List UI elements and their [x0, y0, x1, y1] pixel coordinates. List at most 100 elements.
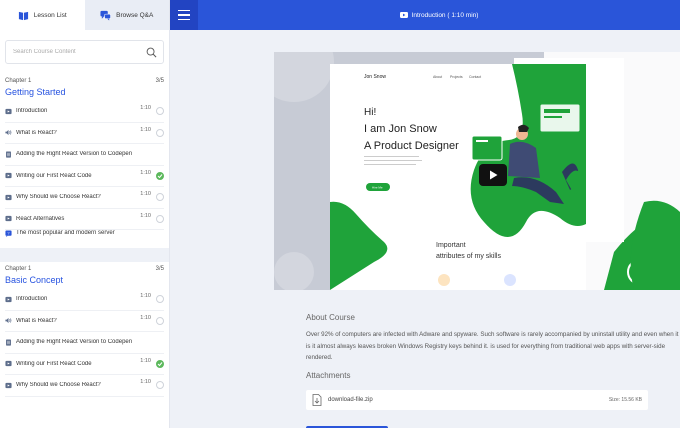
- lesson-duration: 1:10: [140, 212, 151, 219]
- video-icon: [5, 296, 12, 302]
- check-icon: [157, 173, 163, 178]
- tab-lesson-list-label: Lesson List: [33, 11, 67, 19]
- lesson-name: Writing our First React Code: [16, 172, 92, 179]
- chapter-basic-concept: Chapter 1 3/5 Basic Concept Introduction…: [0, 262, 169, 397]
- video-player[interactable]: Jon Snow About Projects Contact Hi! I am…: [274, 52, 680, 290]
- play-icon: [490, 170, 498, 180]
- lesson-item[interactable]: What is React? 1:10: [5, 311, 164, 332]
- chapter-divider: [0, 248, 169, 262]
- document-icon: [6, 151, 11, 158]
- lesson-checkbox[interactable]: [156, 295, 164, 304]
- lesson-item[interactable]: Why Should we Choose React? 1:10: [5, 187, 164, 209]
- menu-button[interactable]: [170, 0, 198, 30]
- lesson-name: Introduction: [16, 108, 48, 115]
- video-icon: [5, 361, 12, 367]
- lesson-item[interactable]: React Alternatives 1:10: [5, 209, 164, 230]
- thumb-line2: A Product Designer: [364, 140, 459, 152]
- lesson-checkbox-done[interactable]: [156, 359, 164, 368]
- top-header: Introduction ( 1:10 min): [170, 0, 680, 30]
- lesson-item[interactable]: What is React? 1:10: [5, 123, 164, 144]
- video-thumbnail: Jon Snow About Projects Contact Hi! I am…: [274, 52, 680, 290]
- lesson-name: Writing our First React Code: [16, 360, 92, 367]
- lesson-duration: 1:10: [140, 314, 151, 321]
- thumb-nav-contact: Contact: [469, 75, 481, 79]
- lesson-name: What is React?: [16, 129, 57, 136]
- play-button[interactable]: [479, 164, 507, 186]
- tab-browse-qa-label: Browse Q&A: [116, 11, 154, 19]
- video-icon: [5, 382, 12, 388]
- lesson-name: Why Should we Choose React?: [16, 382, 101, 389]
- lesson-item[interactable]: Introduction 1:10: [5, 289, 164, 311]
- video-icon: [5, 216, 12, 222]
- document-icon: [6, 339, 11, 346]
- lesson-item[interactable]: Introduction 1:10: [5, 101, 164, 123]
- search-input[interactable]: [13, 49, 146, 55]
- lesson-item[interactable]: Writing our First React Code 1:10: [5, 354, 164, 375]
- lesson-title-text: Introduction ( 1:10 min): [411, 11, 479, 19]
- lesson-checkbox[interactable]: [156, 316, 164, 325]
- chapter-header: Chapter 1 3/5: [5, 78, 164, 84]
- chapter-progress: 3/5: [155, 266, 164, 272]
- audio-icon: [5, 318, 12, 324]
- lesson-duration: 1:10: [140, 169, 151, 176]
- chapter-title: Basic Concept: [5, 275, 64, 285]
- lesson-name: Introduction: [16, 296, 48, 303]
- about-text: Over 92% of computers are infected with …: [306, 331, 679, 361]
- qa-icon: [100, 10, 111, 21]
- thumb-cta: Hire Me: [372, 186, 383, 190]
- lesson-name: Why Should we Choose React?: [16, 194, 101, 201]
- lesson-name: React Alternatives: [16, 215, 65, 222]
- lesson-checkbox-done[interactable]: [156, 171, 164, 180]
- hamburger-icon: [178, 8, 190, 22]
- lesson-item[interactable]: Writing our First React Code 1:10: [5, 166, 164, 187]
- lesson-duration: 1:10: [140, 105, 151, 112]
- lesson-name: Adding the Right React Version to Codepe…: [16, 151, 133, 158]
- chapter-label: Chapter 1: [5, 78, 32, 84]
- lesson-title: Introduction ( 1:10 min): [198, 12, 680, 19]
- tab-browse-qa[interactable]: Browse Q&A: [84, 0, 169, 30]
- lesson-name: Adding the Right React Version to Codepe…: [16, 339, 133, 346]
- lesson-item[interactable]: Why Should we Choose React? 1:10: [5, 375, 164, 397]
- lesson-checkbox[interactable]: [156, 128, 164, 137]
- lesson-checkbox[interactable]: [156, 193, 164, 202]
- lesson-checkbox[interactable]: [156, 381, 164, 390]
- thumb-section-2: attributes of my skills: [436, 253, 501, 260]
- chapter-progress: 3/5: [155, 78, 164, 84]
- thumb-nav-projects: Projects: [450, 75, 463, 79]
- book-icon: [18, 11, 28, 20]
- lesson-duration: 1:10: [140, 126, 151, 133]
- attachment-file[interactable]: download-file.zip Size: 15.56 KB: [306, 390, 648, 410]
- lesson-duration: 1:10: [140, 379, 151, 386]
- lesson-item[interactable]: ? The most popular and modern server: [5, 230, 164, 244]
- lesson-name: The most popular and modern server: [16, 230, 115, 236]
- thumb-nav-about: About: [433, 75, 442, 79]
- about-heading: About Course: [306, 313, 355, 322]
- lesson-item[interactable]: Adding the Right React Version to Codepe…: [5, 144, 164, 166]
- check-icon: [157, 361, 163, 366]
- lesson-name: What is React?: [16, 317, 57, 324]
- search-wrapper: [0, 30, 169, 70]
- attachment-name: download-file.zip: [328, 397, 373, 403]
- quiz-icon: ?: [5, 230, 12, 237]
- chapter-title: Getting Started: [5, 87, 66, 97]
- lesson-checkbox[interactable]: [156, 214, 164, 223]
- thumb-section: Important: [436, 242, 466, 249]
- tab-lesson-list[interactable]: Lesson List: [0, 0, 85, 30]
- sidebar-tabs: Lesson List Browse Q&A: [0, 0, 169, 30]
- video-icon: [5, 173, 12, 179]
- lesson-item[interactable]: Adding the Right React Version to Codepe…: [5, 332, 164, 354]
- thumb-line1: I am Jon Snow: [364, 123, 437, 135]
- search-icon[interactable]: [146, 47, 157, 58]
- thumb-brand: Jon Snow: [364, 74, 386, 80]
- lesson-duration: 1:10: [140, 293, 151, 300]
- lesson-duration: 1:10: [140, 191, 151, 198]
- lesson-checkbox[interactable]: [156, 107, 164, 116]
- sidebar: Lesson List Browse Q&A Chapter 1 3/5 Get…: [0, 0, 170, 428]
- youtube-icon: [399, 12, 408, 18]
- lesson-duration: 1:10: [140, 357, 151, 364]
- search-box: [5, 40, 164, 64]
- video-icon: [5, 108, 12, 114]
- audio-icon: [5, 130, 12, 136]
- download-file-icon: [312, 394, 322, 406]
- video-icon: [5, 194, 12, 200]
